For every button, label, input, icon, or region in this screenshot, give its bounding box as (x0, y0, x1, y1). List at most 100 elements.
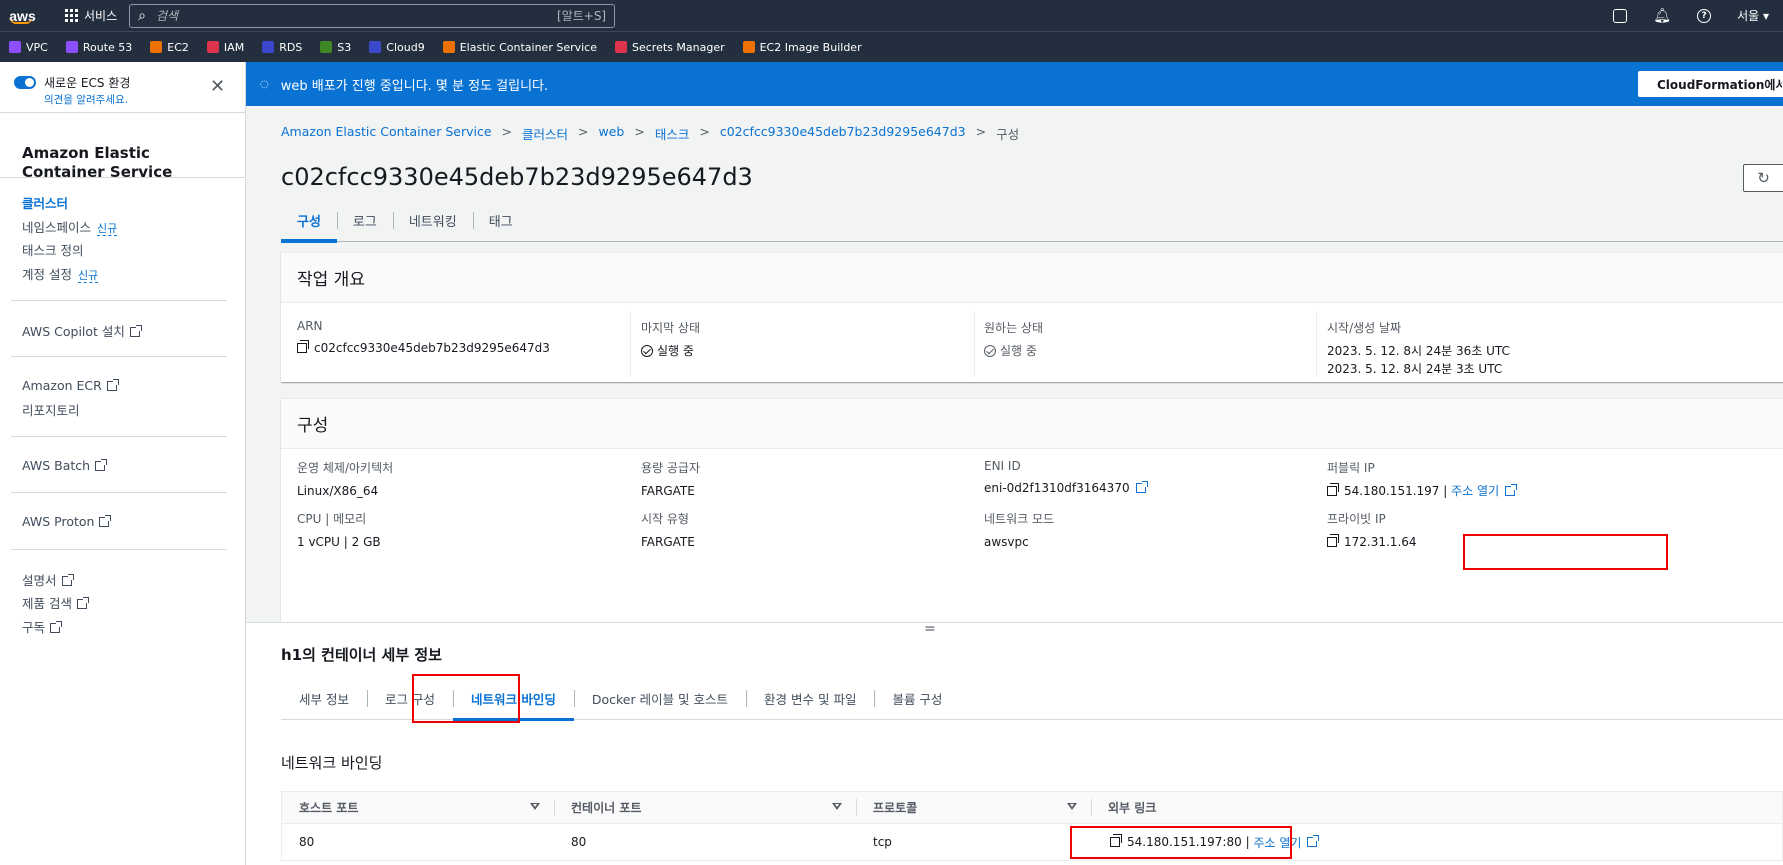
favorite-ec2[interactable]: EC2 (150, 41, 189, 54)
desired-status-text: 실행 중 (1000, 344, 1037, 358)
refresh-icon: ↻ (1757, 169, 1770, 187)
resize-handle[interactable]: = (924, 621, 936, 637)
eni-id-text: eni-0d2f1310df3164370 (984, 481, 1130, 495)
sidebar-link-ecr[interactable]: Amazon ECR (22, 378, 119, 393)
tab-details[interactable]: 세부 정보 (281, 677, 367, 720)
search-placeholder: 검색 (155, 9, 179, 23)
close-sidebar-button[interactable]: ✕ (210, 76, 225, 97)
column-protocol[interactable]: 프로토콜 (856, 792, 1091, 823)
external-link-icon (106, 379, 119, 391)
service-icon (65, 41, 78, 53)
favorite-label: Elastic Container Service (459, 40, 597, 54)
service-icon (206, 41, 219, 53)
view-in-cloudformation-button[interactable]: CloudFormation에서 (1638, 71, 1783, 97)
network-bindings-table: 호스트 포트 컨테이너 포트 프로토콜 외부 링크 80 80 tcp 54.1… (281, 791, 1783, 861)
spinner-icon: ◌ (260, 78, 269, 90)
breadcrumb-tasks[interactable]: 태스크 (655, 124, 690, 143)
favorite-label: Secrets Manager (632, 40, 725, 54)
service-icon (742, 41, 755, 53)
sidebar-link-proton[interactable]: AWS Proton (22, 514, 112, 529)
sidebar-link-batch[interactable]: AWS Batch (22, 458, 108, 473)
sidebar-link-subscribe[interactable]: 구독 (22, 617, 63, 636)
public-ip-value: 54.180.151.197 | 주소 열기 (1327, 482, 1518, 500)
tab-logs[interactable]: 로그 (336, 199, 393, 242)
top-navigation-bar: aws 서비스 ⌕ 검색 [알트+S] 🔔︎ ? 서울 ▾ (0, 0, 1783, 31)
column-label: 외부 링크 (1108, 801, 1157, 815)
task-overview-title: 작업 개요 (281, 253, 1783, 303)
sidebar-link-repositories[interactable]: 리포지토리 (22, 400, 80, 419)
service-icon (150, 41, 163, 53)
sidebar-item-task-definitions[interactable]: 태스크 정의 (22, 240, 83, 259)
favorite-route-53[interactable]: Route 53 (65, 41, 132, 54)
favorite-ec2-image-builder[interactable]: EC2 Image Builder (742, 41, 862, 54)
help-icon[interactable]: ? (1697, 8, 1712, 23)
aws-logo[interactable]: aws (0, 0, 45, 31)
service-icon (442, 41, 455, 53)
column-container-port[interactable]: 컨테이너 포트 (554, 792, 856, 823)
favorite-vpc[interactable]: VPC (9, 41, 48, 54)
sort-icon[interactable] (832, 803, 842, 810)
breadcrumb-ecs[interactable]: Amazon Elastic Container Service (281, 124, 492, 143)
tab-networking[interactable]: 네트워킹 (392, 199, 473, 242)
copy-icon[interactable] (1327, 483, 1339, 496)
services-menu-button[interactable]: 서비스 (65, 7, 117, 24)
external-link-icon (95, 459, 108, 471)
sort-icon[interactable] (530, 803, 540, 810)
table-header: 호스트 포트 컨테이너 포트 프로토콜 외부 링크 (282, 792, 1782, 824)
ecr-label: Amazon ECR (22, 378, 102, 393)
copy-icon[interactable] (1327, 534, 1339, 547)
docs-label: 설명서 (22, 573, 57, 588)
favorite-iam[interactable]: IAM (206, 41, 244, 54)
tab-docker-labels[interactable]: Docker 레이블 및 호스트 (573, 677, 746, 720)
protocol-cell: tcp (873, 835, 892, 849)
region-selector[interactable]: 서울 ▾ (1737, 7, 1769, 24)
capacity-provider-label: 용량 공급자 (641, 461, 701, 475)
sidebar-link-docs[interactable]: 설명서 (22, 570, 74, 589)
configuration-title: 구성 (281, 399, 1783, 449)
sidebar-item-clusters[interactable]: 클러스터 (22, 193, 68, 212)
sidebar-link-copilot[interactable]: AWS Copilot 설치 (22, 321, 142, 340)
favorite-s3[interactable]: S3 (320, 41, 351, 54)
breadcrumb-web[interactable]: web (599, 124, 625, 143)
tab-tags[interactable]: 태그 (472, 199, 529, 242)
tab-volumes[interactable]: 볼륨 구성 (874, 677, 960, 720)
copy-icon[interactable] (297, 340, 309, 353)
bell-icon[interactable]: 🔔︎ (1653, 8, 1671, 24)
last-status-label: 마지막 상태 (641, 321, 701, 335)
new-ecs-toggle[interactable] (14, 76, 36, 89)
column-label: 호스트 포트 (299, 801, 359, 815)
status-ok-icon (641, 345, 653, 357)
sidebar-link-product-search[interactable]: 제품 검색 (22, 593, 89, 612)
favorite-elastic-container-service[interactable]: Elastic Container Service (442, 40, 597, 54)
breadcrumb-task-id[interactable]: c02cfcc9330e45deb7b23d9295e647d3 (720, 124, 966, 143)
search-input[interactable]: ⌕ 검색 [알트+S] (129, 3, 616, 28)
network-bindings-title: 네트워크 바인딩 (281, 754, 383, 772)
favorites-bar: VPC Route 53 EC2 IAM RDS S3 Cloud9 Elastic Cont… (0, 31, 1783, 62)
favorite-secrets-manager[interactable]: Secrets Manager (615, 41, 725, 54)
refresh-button[interactable]: ↻ (1743, 164, 1783, 192)
column-host-port[interactable]: 호스트 포트 (282, 792, 554, 823)
sidebar-item-account-settings[interactable]: 계정 설정 신규 (22, 264, 99, 283)
favorite-rds[interactable]: RDS (262, 41, 302, 54)
os-label: 운영 체제/아키텍처 (297, 461, 394, 475)
launch-type-label: 시작 유형 (641, 512, 689, 526)
flash-message: web 배포가 진행 중입니다. 몇 분 정도 걸립니다. (280, 78, 549, 94)
open-address-link[interactable]: 주소 열기 (1451, 484, 1499, 498)
sidebar-item-label: 네임스페이스 (22, 220, 92, 235)
tab-configuration[interactable]: 구성 (281, 199, 337, 243)
task-tabs: 구성 로그 네트워킹 태그 (281, 199, 1783, 243)
eni-id-link[interactable]: eni-0d2f1310df3164370 (984, 479, 1148, 497)
cloudshell-icon[interactable] (1613, 8, 1628, 23)
arn-value: c02cfcc9330e45deb7b23d9295e647d3 (297, 339, 550, 357)
favorite-cloud9[interactable]: Cloud9 (369, 41, 425, 54)
sort-icon[interactable] (1067, 803, 1077, 810)
arn-text: c02cfcc9330e45deb7b23d9295e647d3 (314, 341, 550, 355)
breadcrumb-clusters[interactable]: 클러스터 (522, 124, 568, 143)
proton-label: AWS Proton (22, 514, 95, 529)
tab-env-files[interactable]: 환경 변수 및 파일 (746, 677, 874, 720)
external-link-icon (1505, 484, 1518, 496)
configuration-panel: 구성 운영 체제/아키텍처 Linux/X86_64 용량 공급자 FARGAT… (281, 398, 1783, 628)
sidebar-item-namespaces[interactable]: 네임스페이스 신규 (22, 217, 118, 236)
feedback-link[interactable]: 의견을 알려주세요. (44, 92, 128, 107)
external-link-icon (1135, 481, 1148, 493)
